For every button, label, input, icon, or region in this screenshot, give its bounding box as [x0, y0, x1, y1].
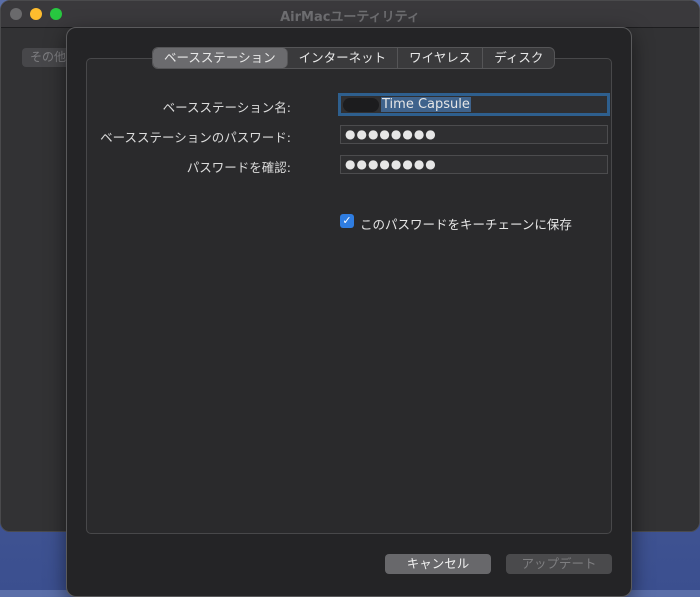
tab-wireless[interactable]: ワイヤレス	[398, 48, 484, 68]
checkmark-icon: ✓	[342, 214, 352, 227]
tab-bar: ベースステーション インターネット ワイヤレス ディスク	[152, 47, 556, 69]
keychain-checkbox[interactable]: ✓	[340, 214, 354, 228]
settings-sheet: ベースステーション名: Time Capsule ベースステーションのパスワード…	[66, 27, 632, 597]
password-field[interactable]: ●●●●●●●●	[340, 125, 608, 144]
confirm-password-label: パスワードを確認:	[186, 160, 291, 175]
base-station-name-field[interactable]: Time Capsule	[338, 93, 610, 116]
confirm-password-field[interactable]: ●●●●●●●●	[340, 155, 608, 174]
password-label: ベースステーションのパスワード:	[100, 130, 291, 145]
tab-disk[interactable]: ディスク	[483, 48, 554, 68]
base-station-name-value: Time Capsule	[381, 97, 471, 112]
password-value: ●●●●●●●●	[345, 127, 437, 141]
titlebar: AirMacユーティリティ	[1, 1, 699, 28]
tab-base-station[interactable]: ベースステーション	[153, 48, 288, 68]
base-station-name-label: ベースステーション名:	[162, 100, 291, 115]
cancel-button[interactable]: キャンセル	[385, 554, 491, 574]
keychain-checkbox-label: このパスワードをキーチェーンに保存	[360, 217, 572, 232]
update-button[interactable]: アップデート	[506, 554, 612, 574]
window-title: AirMacユーティリティ	[280, 10, 420, 25]
confirm-password-value: ●●●●●●●●	[345, 157, 437, 171]
redacted-text	[343, 97, 379, 112]
tab-internet[interactable]: インターネット	[288, 48, 399, 68]
tab-panel: ベースステーション名: Time Capsule ベースステーションのパスワード…	[86, 58, 612, 534]
